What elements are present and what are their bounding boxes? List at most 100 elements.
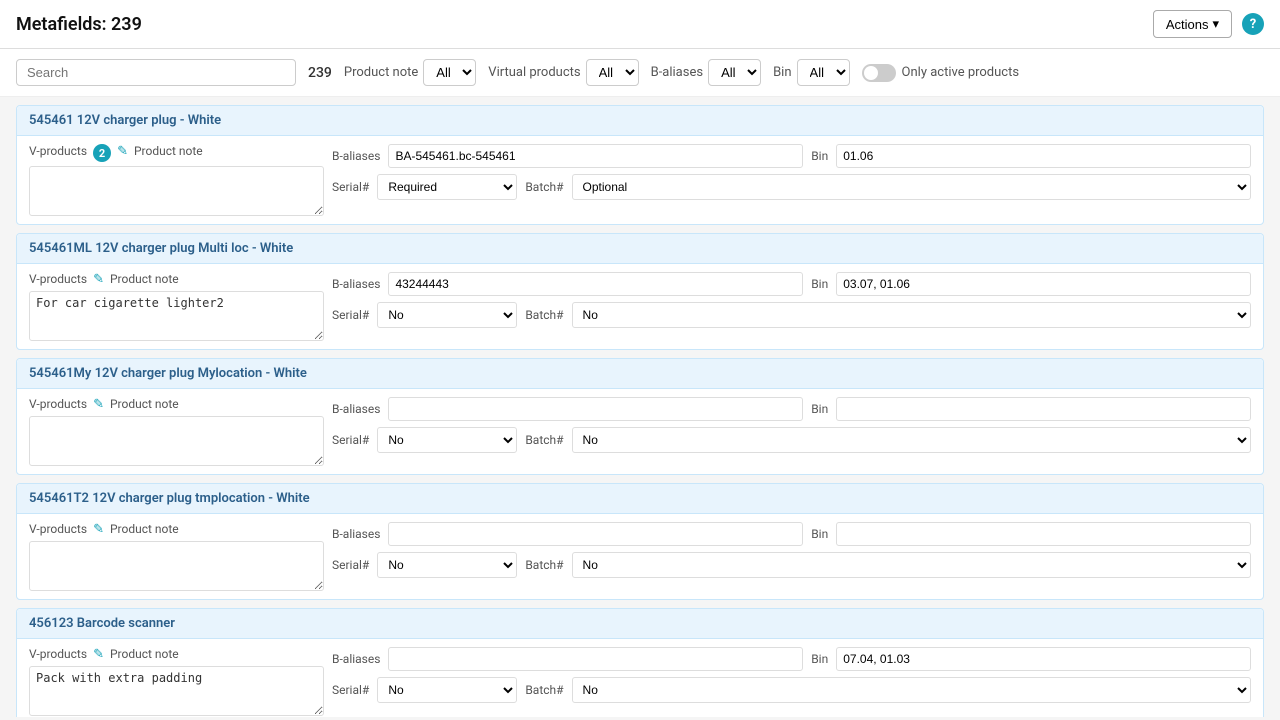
v-products-row: V-products ✎ Product note (29, 272, 324, 287)
product-header: 545461T2 12V charger plug tmplocation - … (17, 484, 1263, 514)
edit-icon[interactable]: ✎ (93, 522, 104, 537)
bin-input[interactable] (836, 272, 1251, 296)
product-section: 545461ML 12V charger plug Multi loc - Wh… (16, 233, 1264, 350)
page-header: Metafields: 239 Actions ▾ ? (0, 0, 1280, 49)
bin-label: Bin (811, 149, 828, 163)
b-aliases-filter-label: B-aliases (651, 65, 703, 80)
b-aliases-input[interactable] (388, 522, 803, 546)
edit-icon[interactable]: ✎ (117, 144, 128, 159)
batch-label: Batch# (525, 433, 563, 447)
batch-select[interactable]: NoRequiredOptional (572, 552, 1251, 578)
v-products-row: V-products ✎ Product note (29, 522, 324, 537)
product-note-label: Product note (110, 397, 179, 411)
v-products-row: V-products 2 ✎ Product note (29, 144, 324, 162)
bin-input[interactable] (836, 647, 1251, 671)
product-section: 456123 Barcode scannerV-products✎Product… (16, 608, 1264, 717)
serial-label: Serial# (332, 433, 369, 447)
serial-label: Serial# (332, 683, 369, 697)
b-aliases-label: B-aliases (332, 652, 380, 666)
b-aliases-input[interactable] (388, 144, 803, 168)
bin-input[interactable] (836, 144, 1251, 168)
batch-label: Batch# (525, 180, 563, 194)
v-products-label: V-products (29, 397, 87, 411)
product-note-label: Product note (110, 272, 179, 286)
b-aliases-input[interactable] (388, 272, 803, 296)
chevron-down-icon: ▾ (1212, 16, 1219, 32)
batch-label: Batch# (525, 308, 563, 322)
b-aliases-label: B-aliases (332, 527, 380, 541)
search-input[interactable] (16, 59, 296, 86)
product-section: 545461T2 12V charger plug tmplocation - … (16, 483, 1264, 600)
product-note-textarea[interactable]: Pack with extra padding (29, 666, 324, 716)
b-aliases-input[interactable] (388, 647, 803, 671)
help-icon[interactable]: ? (1242, 13, 1264, 35)
virtual-products-filter-select[interactable]: All (586, 59, 639, 86)
product-note-textarea[interactable] (29, 166, 324, 216)
product-body: V-products ✎ Product note For car cigarette… (17, 264, 1263, 349)
bin-label: Bin (811, 652, 828, 666)
v-products-label: V-products (29, 272, 87, 286)
v-products-label: V-products (29, 144, 87, 158)
batch-label: Batch# (525, 558, 563, 572)
bin-label: Bin (811, 527, 828, 541)
product-body: V-products ✎ Product note B-aliases Bin Seria… (17, 389, 1263, 474)
batch-select[interactable]: NoRequiredOptional (572, 677, 1251, 703)
serial-label: Serial# (332, 308, 369, 322)
virtual-products-filter-label: Virtual products (488, 65, 580, 80)
v-products-row: V-products✎Product note (29, 647, 324, 662)
batch-select[interactable]: NoRequiredOptional (572, 302, 1251, 328)
serial-select[interactable]: NoRequiredOptional (377, 677, 517, 703)
bin-label: Bin (811, 277, 828, 291)
product-body: V-products✎Product notePack with extra p… (17, 639, 1263, 717)
batch-label: Batch# (525, 683, 563, 697)
batch-select[interactable]: NoRequiredOptional (572, 174, 1251, 200)
serial-label: Serial# (332, 558, 369, 572)
product-header: 545461ML 12V charger plug Multi loc - Wh… (17, 234, 1263, 264)
bin-filter-label: Bin (773, 65, 791, 80)
batch-select[interactable]: NoRequiredOptional (572, 427, 1251, 453)
edit-icon[interactable]: ✎ (93, 647, 104, 662)
v-products-badge: 2 (93, 144, 111, 162)
b-aliases-label: B-aliases (332, 277, 380, 291)
b-aliases-label: B-aliases (332, 149, 380, 163)
product-header: 456123 Barcode scanner (17, 609, 1263, 639)
actions-label: Actions (1166, 17, 1209, 32)
product-body: V-products 2 ✎ Product note B-aliases Bin Seri… (17, 136, 1263, 224)
product-note-filter-label: Product note (344, 65, 418, 80)
toolbar: 239 Product note All Virtual products Al… (0, 49, 1280, 97)
edit-icon[interactable]: ✎ (93, 272, 104, 287)
product-note-label: Product note (134, 144, 203, 158)
product-note-textarea[interactable]: For car cigarette lighter2 (29, 291, 324, 341)
product-note-filter-select[interactable]: All (423, 59, 476, 86)
bin-label: Bin (811, 402, 828, 416)
product-section: 545461 12V charger plug - WhiteV-product… (16, 105, 1264, 225)
product-header: 545461 12V charger plug - White (17, 106, 1263, 136)
b-aliases-filter-select[interactable]: All (708, 59, 761, 86)
serial-select[interactable]: NoRequiredOptional (377, 552, 517, 578)
b-aliases-input[interactable] (388, 397, 803, 421)
bin-input[interactable] (836, 522, 1251, 546)
product-body: V-products ✎ Product note B-aliases Bin Seria… (17, 514, 1263, 599)
v-products-label: V-products (29, 522, 87, 536)
v-products-label: V-products (29, 647, 87, 661)
bin-filter-select[interactable]: All (797, 59, 850, 86)
v-products-row: V-products ✎ Product note (29, 397, 324, 412)
product-note-textarea[interactable] (29, 541, 324, 591)
product-section: 545461My 12V charger plug Mylocation - W… (16, 358, 1264, 475)
edit-icon[interactable]: ✎ (93, 397, 104, 412)
count-badge: 239 (308, 65, 332, 81)
serial-select[interactable]: NoRequiredOptional (377, 174, 517, 200)
active-products-label: Only active products (902, 65, 1020, 80)
main-content: 545461 12V charger plug - WhiteV-product… (0, 97, 1280, 717)
bin-input[interactable] (836, 397, 1251, 421)
serial-select[interactable]: NoRequiredOptional (377, 302, 517, 328)
actions-button[interactable]: Actions ▾ (1153, 10, 1232, 38)
product-note-textarea[interactable] (29, 416, 324, 466)
serial-select[interactable]: NoRequiredOptional (377, 427, 517, 453)
product-note-label: Product note (110, 522, 179, 536)
b-aliases-label: B-aliases (332, 402, 380, 416)
active-products-toggle[interactable] (862, 64, 896, 82)
page-title: Metafields: 239 (16, 14, 142, 35)
product-header: 545461My 12V charger plug Mylocation - W… (17, 359, 1263, 389)
serial-label: Serial# (332, 180, 369, 194)
